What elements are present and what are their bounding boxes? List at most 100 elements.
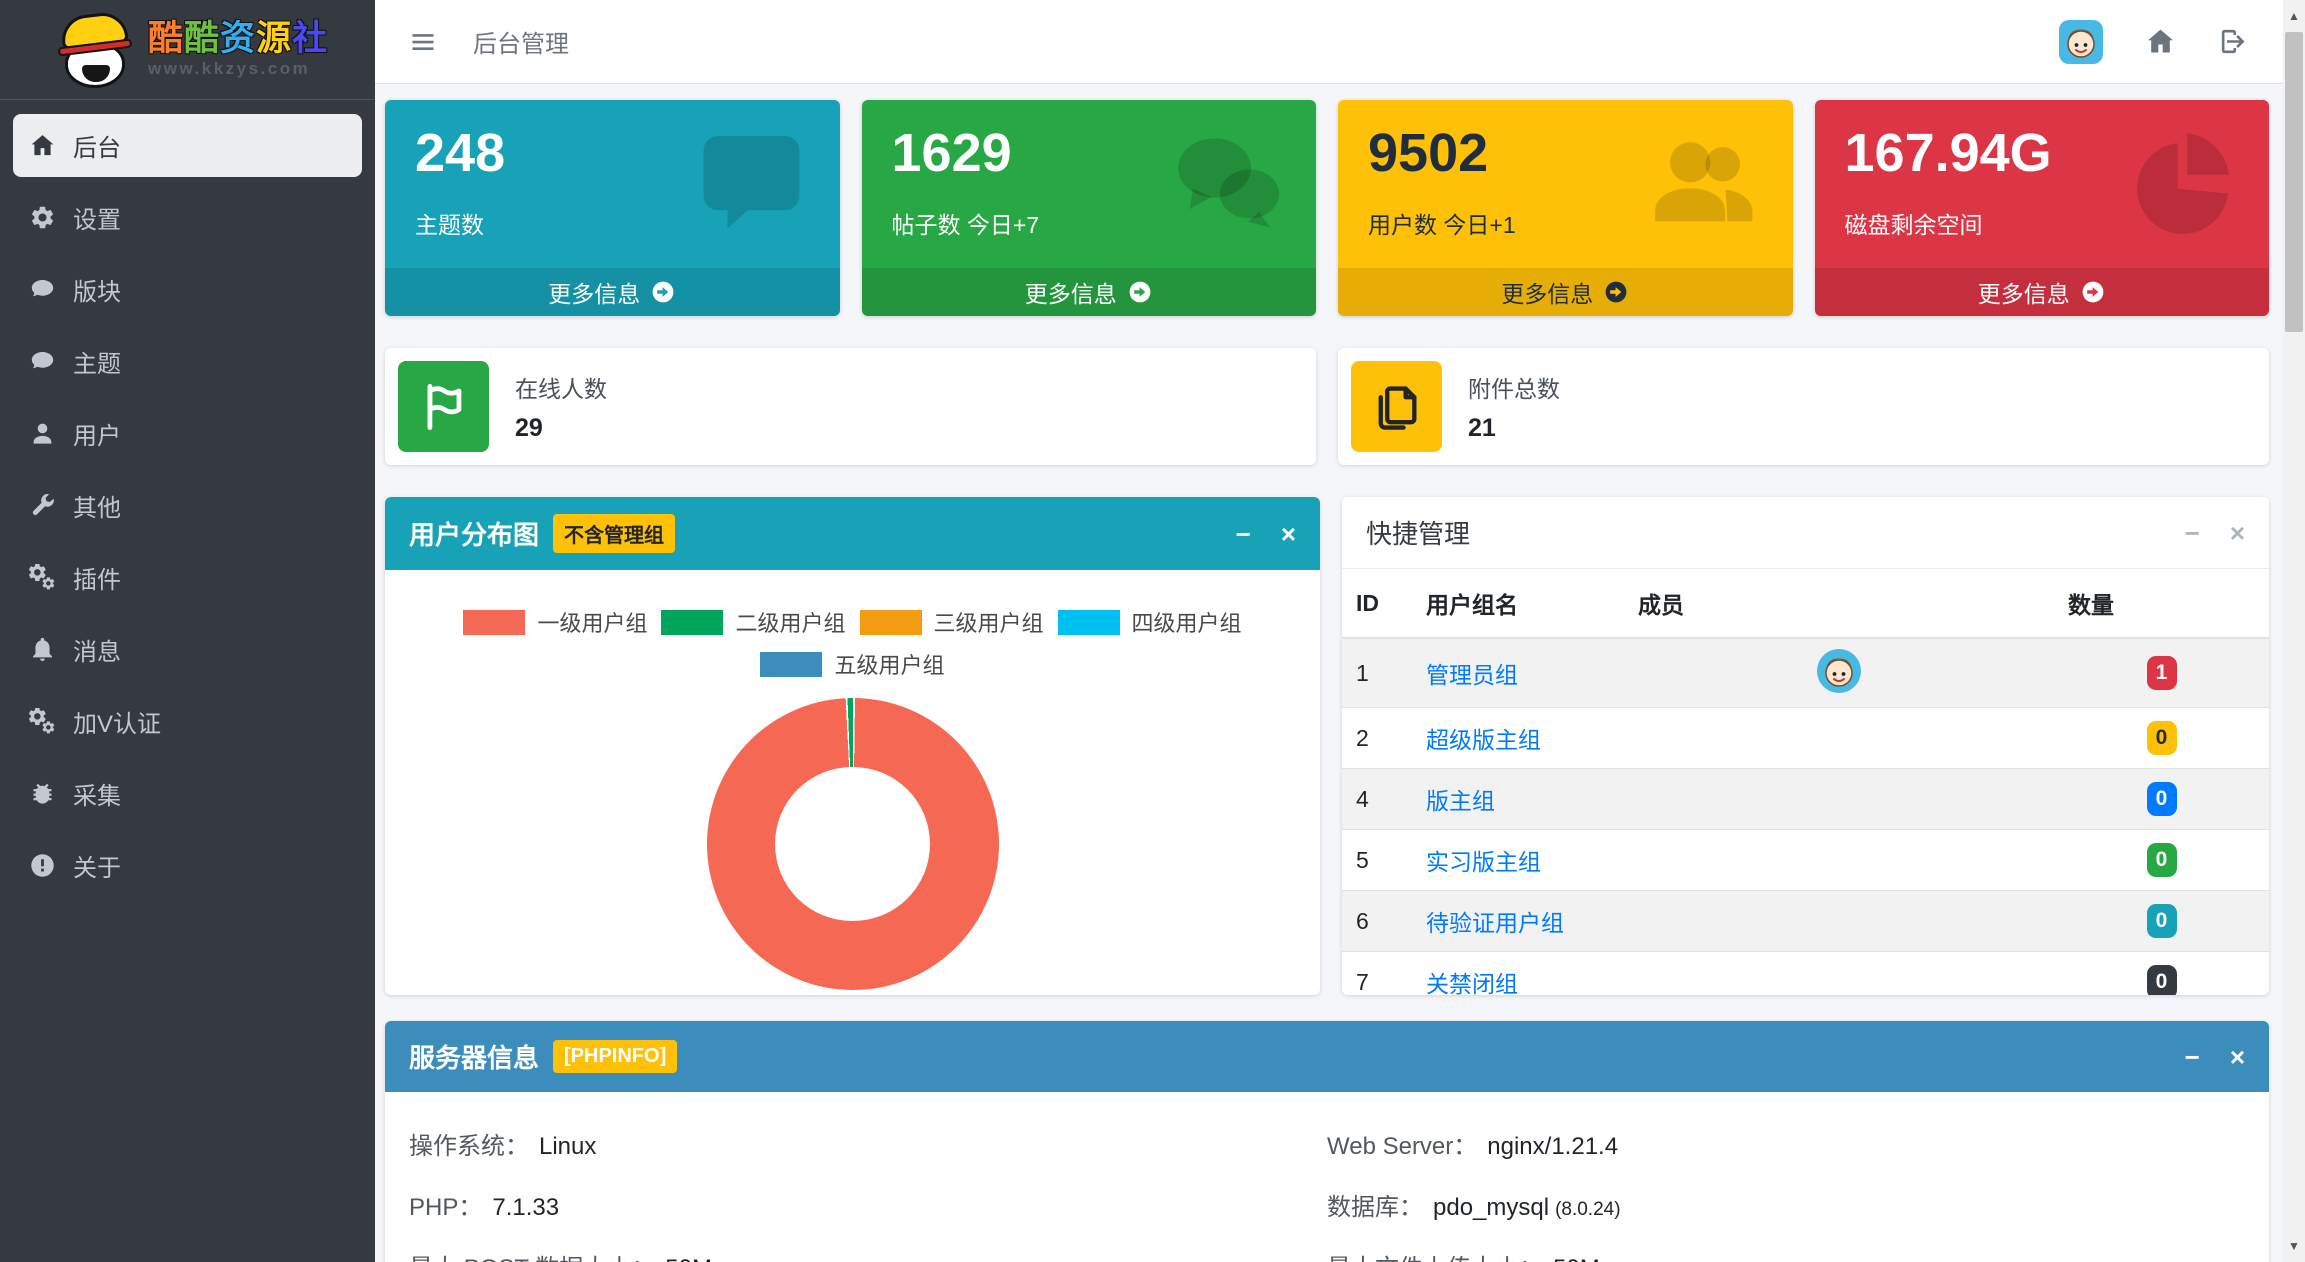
scrollbar[interactable]: ▲ ▼ <box>2283 0 2305 1262</box>
count-badge: 0 <box>2146 782 2177 816</box>
info-box-attachments: 附件总数 21 <box>1338 348 2269 465</box>
panel-title: 快捷管理 <box>1366 519 1471 549</box>
close-icon[interactable]: × <box>2230 1044 2245 1070</box>
sidebar-item-settings[interactable]: 设置 <box>13 186 362 249</box>
brand-name: 酷酷资源社 <box>148 18 329 58</box>
avatar-face-icon <box>1819 651 1859 691</box>
group-link[interactable]: 管理员组 <box>1426 662 1518 688</box>
server-info-row: 最大 POST 数据大小：50M <box>409 1248 1327 1262</box>
more-info-link[interactable]: 更多信息 <box>1814 268 2269 316</box>
server-info-panel: 服务器信息 [PHPINFO] − × 操作系统： Linux PHP： 7.1.33… <box>385 1021 2269 1262</box>
legend-item[interactable]: 二级用户组 <box>661 606 846 638</box>
group-link[interactable]: 超级版主组 <box>1426 727 1541 753</box>
group-link[interactable]: 待验证用户组 <box>1426 910 1564 936</box>
server-info-row: 操作系统： Linux <box>409 1133 597 1160</box>
cogs-icon <box>29 708 56 735</box>
top-navbar: 后台管理 <box>375 0 2283 84</box>
table-row: 1 管理员组 1 <box>1342 637 2269 708</box>
more-info-link[interactable]: 更多信息 <box>385 268 840 316</box>
stat-card-disk: 167.94G 磁盘剩余空间 更多信息 <box>1814 100 2269 316</box>
sidebar-item-messages[interactable]: 消息 <box>13 618 362 681</box>
sidebar-item-about[interactable]: 关于 <box>13 834 362 897</box>
stat-value: 167.94G <box>1844 123 2052 183</box>
sidebar: 酷酷资源社 www.kkzys.com 后台 设置 版块 主题 用户 其他 插件… <box>0 0 375 1262</box>
brand-logo[interactable]: 酷酷资源社 www.kkzys.com <box>0 0 375 100</box>
stat-card-posts: 1629 帖子数 今日+7 更多信息 <box>861 100 1316 316</box>
more-info-link[interactable]: 更多信息 <box>861 268 1316 316</box>
group-link[interactable]: 版主组 <box>1426 788 1495 814</box>
scroll-up-arrow[interactable]: ▲ <box>2283 0 2305 32</box>
close-icon[interactable]: × <box>1281 521 1296 547</box>
legend-item[interactable]: 三级用户组 <box>859 606 1044 638</box>
user-distribution-panel: 用户分布图 不含管理组 − × 一级用户组 二级用户组 三级用户组 四级用户组 五… <box>385 497 1320 995</box>
user-avatar[interactable] <box>2059 19 2103 64</box>
group-link[interactable]: 实习版主组 <box>1426 849 1541 875</box>
sidebar-item-topics[interactable]: 主题 <box>13 330 362 393</box>
home-icon <box>29 132 56 159</box>
info-box-online: 在线人数 29 <box>385 348 1316 465</box>
table-header-row: ID 用户组名 成员 数量 <box>1342 569 2269 639</box>
more-info-link[interactable]: 更多信息 <box>1338 268 1793 316</box>
legend-swatch <box>661 609 724 635</box>
minimize-icon[interactable]: − <box>2185 520 2200 546</box>
info-box-value: 29 <box>515 414 543 442</box>
count-badge: 1 <box>2146 656 2177 690</box>
legend-swatch <box>760 651 823 677</box>
content-area: 248 主题数 更多信息 1629 帖子数 今日+7 更多信息 9502 用户数 今日… <box>375 84 2283 1262</box>
stat-label: 磁盘剩余空间 <box>1844 212 1983 238</box>
table-row: 4 版主组 0 <box>1342 768 2269 830</box>
brand-mascot-icon <box>57 9 134 88</box>
home-link[interactable] <box>2145 26 2176 57</box>
member-avatar[interactable] <box>1817 649 1861 693</box>
panel-badge: 不含管理组 <box>553 514 676 553</box>
bug-icon <box>29 780 56 807</box>
minimize-icon[interactable]: − <box>2185 1044 2200 1070</box>
stat-card-topics: 248 主题数 更多信息 <box>385 100 840 316</box>
legend-item[interactable]: 一级用户组 <box>463 606 647 638</box>
sidebar-item-other[interactable]: 其他 <box>13 474 362 537</box>
sidebar-item-v-verify[interactable]: 加V认证 <box>13 690 362 753</box>
sidebar-item-users[interactable]: 用户 <box>13 402 362 465</box>
legend-item[interactable]: 五级用户组 <box>760 648 945 680</box>
user-icon <box>29 420 56 447</box>
page-title: 后台管理 <box>473 31 569 58</box>
sidebar-toggle-button[interactable] <box>409 28 437 56</box>
scroll-down-arrow[interactable]: ▼ <box>2283 1230 2305 1262</box>
wrench-icon <box>29 492 56 519</box>
scrollbar-thumb[interactable] <box>2285 32 2303 332</box>
close-icon[interactable]: × <box>2230 520 2245 546</box>
minimize-icon[interactable]: − <box>1236 521 1251 547</box>
sidebar-item-dashboard[interactable]: 后台 <box>13 114 362 177</box>
info-box-label: 附件总数 <box>1468 376 1560 402</box>
server-info-row: Web Server： nginx/1.21.4 <box>1327 1133 1619 1160</box>
sidebar-item-forums[interactable]: 版块 <box>13 258 362 321</box>
user-distribution-donut <box>706 698 999 990</box>
phpinfo-link[interactable]: [PHPINFO] <box>553 1040 678 1073</box>
server-info-row: 数据库： pdo_mysql (8.0.24) <box>1327 1194 1621 1221</box>
arrow-circle-right-icon <box>650 279 676 305</box>
stat-value: 9502 <box>1368 123 1489 183</box>
server-info-row: 最大文件上传大小：50M <box>1327 1248 2245 1262</box>
quick-manage-panel: 快捷管理 − × ID 用户组名 成员 数量 1 管理员组 1 2 超级版主组 … <box>1342 497 2269 995</box>
stat-card-users: 9502 用户数 今日+1 更多信息 <box>1338 100 1793 316</box>
sidebar-item-plugins[interactable]: 插件 <box>13 546 362 609</box>
exclamation-circle-icon <box>29 852 56 879</box>
stat-label: 帖子数 今日+7 <box>891 212 1040 238</box>
avatar-face-icon <box>2061 22 2101 62</box>
group-link[interactable]: 关禁闭组 <box>1426 971 1518 995</box>
stat-label: 用户数 今日+1 <box>1368 212 1516 238</box>
table-row: 5 实习版主组 0 <box>1342 829 2269 891</box>
hamburger-icon <box>409 28 437 56</box>
home-icon <box>2145 26 2176 57</box>
count-badge: 0 <box>2146 965 2177 995</box>
legend-item[interactable]: 四级用户组 <box>1057 606 1242 638</box>
info-box-value: 21 <box>1468 414 1496 442</box>
logout-button[interactable] <box>2218 26 2249 57</box>
sidebar-item-collect[interactable]: 采集 <box>13 762 362 825</box>
count-badge: 0 <box>2146 721 2177 755</box>
chart-legend: 一级用户组 二级用户组 三级用户组 四级用户组 五级用户组 <box>385 606 1320 680</box>
arrow-circle-right-icon <box>1127 279 1153 305</box>
stat-value: 1629 <box>891 123 1012 183</box>
info-box-label: 在线人数 <box>515 376 607 402</box>
stat-label: 主题数 <box>415 212 484 238</box>
